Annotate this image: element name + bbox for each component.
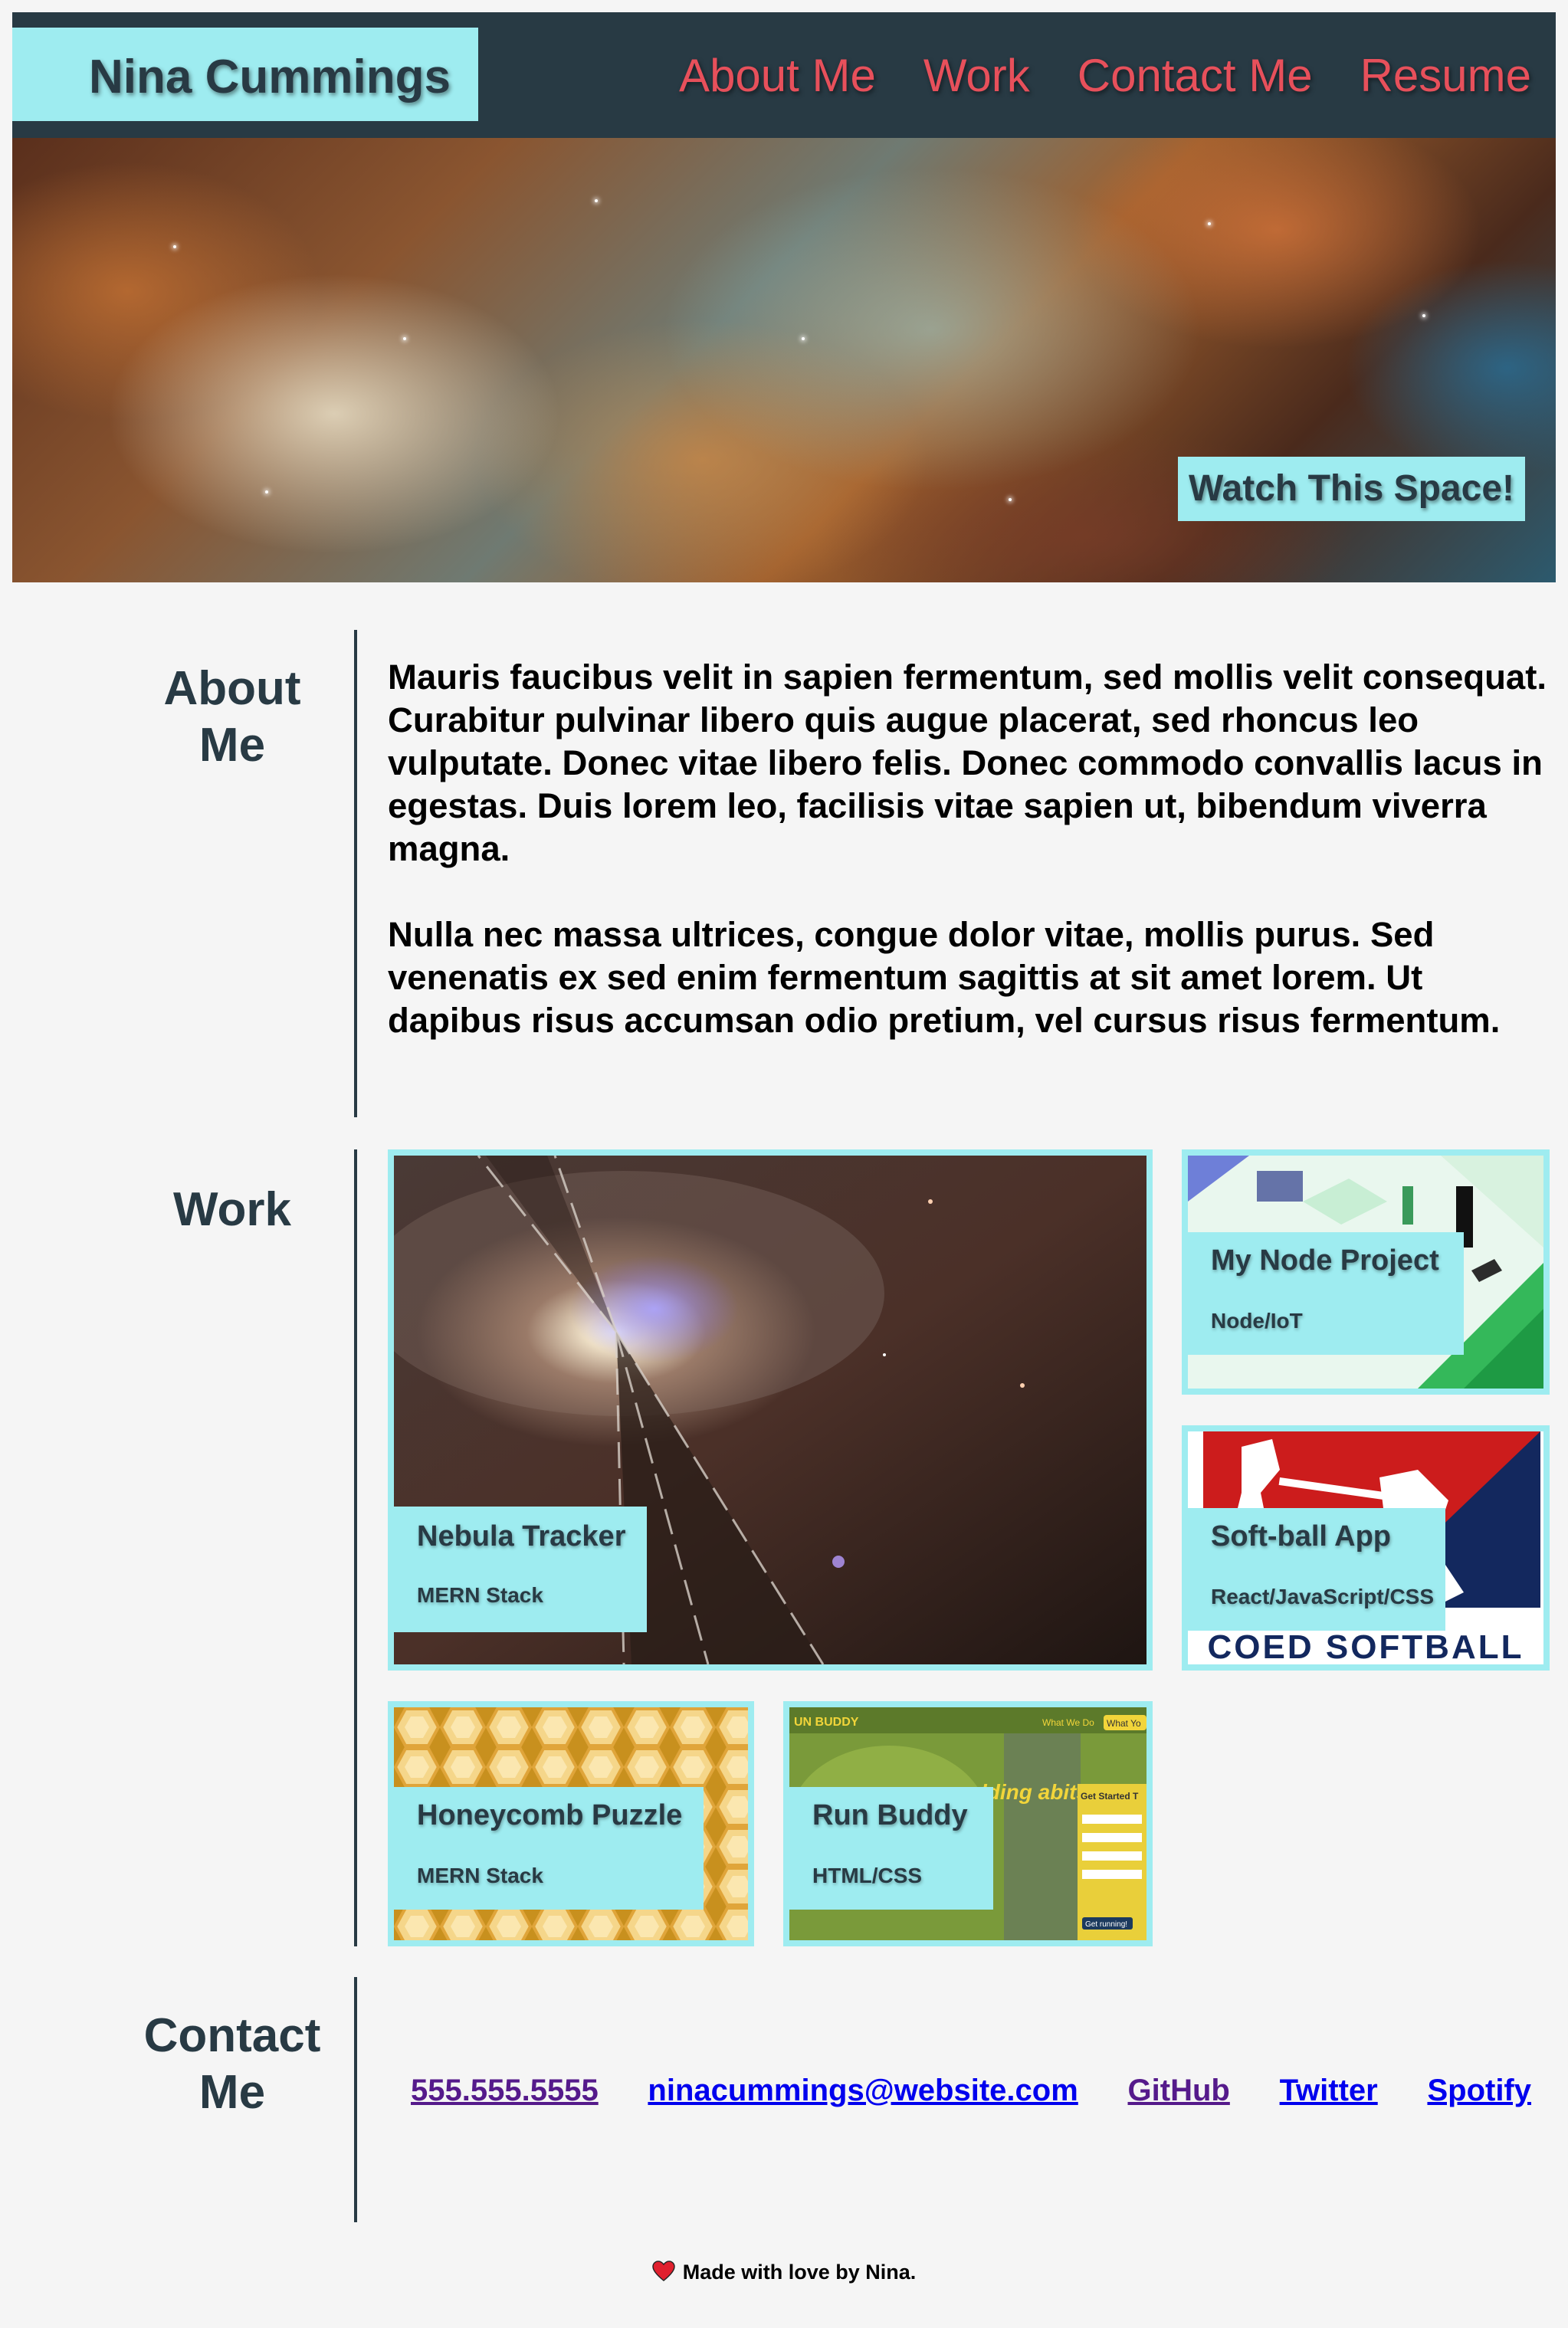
- github-link[interactable]: GitHub: [1128, 2074, 1230, 2108]
- nav-link-about-me[interactable]: About Me: [679, 49, 876, 102]
- hero-star: [1009, 498, 1012, 501]
- nav-link-resume[interactable]: Resume: [1360, 49, 1531, 102]
- project-card-my-node-project[interactable]: My Node Project Node/IoT: [1182, 1149, 1550, 1395]
- about-text: Mauris faucibus velit in sapien fermentu…: [388, 656, 1553, 1085]
- contact-divider: [354, 1977, 357, 2222]
- nav-link-contact-me[interactable]: Contact Me: [1078, 49, 1313, 102]
- hero-star: [802, 337, 805, 340]
- contact-links: 555.555.5555 ninacummings@website.com Gi…: [388, 2074, 1553, 2108]
- run-buddy-button: Get running!: [1085, 1920, 1127, 1929]
- project-stack: Node/IoT: [1211, 1309, 1303, 1333]
- project-title[interactable]: Honeycomb Puzzle: [417, 1799, 682, 1832]
- twitter-link[interactable]: Twitter: [1280, 2074, 1378, 2108]
- project-label: Soft-ball App React/JavaScript/CSS: [1188, 1508, 1445, 1631]
- project-stack: MERN Stack: [417, 1583, 543, 1607]
- project-label: My Node Project Node/IoT: [1188, 1232, 1464, 1355]
- email-link[interactable]: ninacummings@website.com: [648, 2074, 1078, 2108]
- hero-badge: Watch This Space!: [1178, 457, 1525, 521]
- hero-star: [173, 245, 176, 248]
- phone-link[interactable]: 555.555.5555: [411, 2074, 599, 2108]
- project-stack: MERN Stack: [417, 1864, 543, 1887]
- project-card-nebula-tracker[interactable]: Nebula Tracker MERN Stack: [388, 1149, 1153, 1671]
- heart-icon: [652, 2261, 675, 2282]
- work-divider: [354, 1149, 357, 1946]
- project-card-run-buddy[interactable]: UN BUDDY What We Do What Yo lding abits.…: [783, 1701, 1153, 1946]
- about-paragraph: Mauris faucibus velit in sapien fermentu…: [388, 657, 1547, 868]
- project-label: Nebula Tracker MERN Stack: [394, 1507, 647, 1632]
- logo-box[interactable]: Nina Cummings: [12, 28, 478, 121]
- project-stack: React/JavaScript/CSS: [1211, 1585, 1435, 1608]
- about-paragraph: Nulla nec massa ultrices, congue dolor v…: [388, 915, 1501, 1040]
- run-buddy-form-title: Get Started T: [1081, 1791, 1139, 1802]
- project-card-soft-ball-app[interactable]: COED SOFTBALL Soft-ball App React/JavaSc…: [1182, 1425, 1550, 1671]
- project-stack: HTML/CSS: [812, 1864, 923, 1887]
- hero-star: [403, 337, 406, 340]
- spotify-link[interactable]: Spotify: [1427, 2074, 1531, 2108]
- footer-text: Made with love by Nina.: [682, 2261, 917, 2284]
- hero-star: [1208, 222, 1211, 225]
- hero-star: [1422, 314, 1425, 317]
- hero-star: [595, 199, 598, 202]
- site-header: Nina Cummings About Me Work Contact Me R…: [12, 12, 1556, 138]
- project-title[interactable]: Nebula Tracker: [417, 1520, 625, 1553]
- contact-title-line1: Contact: [143, 2009, 321, 2062]
- project-title[interactable]: Run Buddy: [812, 1799, 968, 1832]
- project-card-honeycomb-puzzle[interactable]: Honeycomb Puzzle MERN Stack: [388, 1701, 754, 1946]
- run-buddy-nav-item: What Yo: [1107, 1718, 1141, 1729]
- site-name[interactable]: Nina Cummings: [89, 28, 451, 121]
- softball-logo-text: COED SOFTBALL: [1208, 1628, 1524, 1664]
- run-buddy-brand: UN BUDDY: [794, 1716, 859, 1729]
- main-nav: About Me Work Contact Me Resume: [679, 12, 1531, 138]
- run-buddy-headline: lding abits.: [981, 1780, 1094, 1804]
- nav-link-work[interactable]: Work: [923, 49, 1030, 102]
- site-footer: Made with love by Nina.: [0, 2261, 1568, 2284]
- hero-banner: Watch This Space!: [12, 138, 1556, 582]
- run-buddy-nav-item: What We Do: [1042, 1717, 1094, 1728]
- about-divider: [354, 630, 357, 1117]
- project-label: Run Buddy HTML/CSS: [789, 1787, 993, 1910]
- project-label: Honeycomb Puzzle MERN Stack: [394, 1787, 704, 1910]
- project-title[interactable]: Soft-ball App: [1211, 1520, 1391, 1553]
- hero-star: [265, 490, 268, 493]
- project-title[interactable]: My Node Project: [1211, 1244, 1439, 1277]
